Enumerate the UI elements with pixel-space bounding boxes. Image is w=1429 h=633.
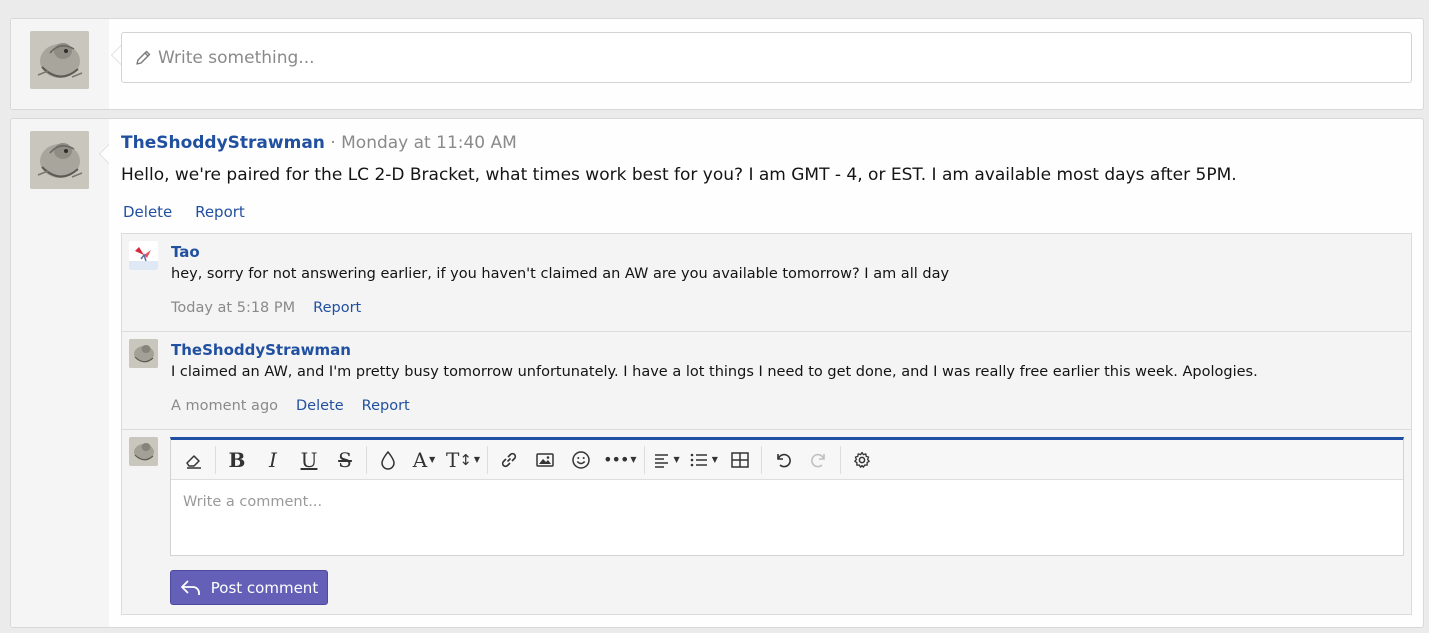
status-update-block: Write something... — [10, 18, 1424, 110]
table-icon[interactable] — [722, 444, 758, 476]
more-icon[interactable]: ••• ▼ — [599, 444, 640, 476]
image-icon[interactable] — [527, 444, 563, 476]
comment-author-avatar[interactable] — [129, 339, 158, 368]
smiley-icon[interactable] — [563, 444, 599, 476]
speech-arrow — [99, 144, 109, 164]
avatar-gutter — [11, 119, 109, 627]
delete-comment-link[interactable]: Delete — [296, 398, 344, 414]
report-comment-link[interactable]: Report — [313, 300, 361, 316]
status-input[interactable]: Write something... — [121, 32, 1412, 83]
eraser-icon[interactable] — [176, 444, 212, 476]
post-timestamp[interactable]: Monday at 11:40 AM — [341, 133, 517, 153]
comment-timestamp[interactable]: A moment ago — [171, 398, 278, 414]
post-comment-label: Post comment — [210, 578, 319, 597]
reply-icon — [180, 579, 200, 595]
comment-meta: Today at 5:18 PM Report — [171, 300, 379, 316]
current-user-small-avatar[interactable] — [129, 437, 158, 466]
toolbar-divider — [366, 445, 367, 474]
comment-meta: A moment ago Delete Report — [171, 398, 428, 414]
post-actions: Delete Report — [123, 203, 263, 221]
comments-section: Tao hey, sorry for not answering earlier… — [121, 233, 1412, 615]
comment-item: TheShoddyStrawman I claimed an AW, and I… — [122, 332, 1411, 430]
current-user-avatar[interactable] — [30, 31, 89, 89]
comment-text: I claimed an AW, and I'm pretty busy tom… — [171, 364, 1258, 380]
chevron-down-icon: ▼ — [473, 455, 481, 464]
chevron-down-icon: ▼ — [673, 455, 680, 464]
underline-button[interactable]: U — [291, 444, 327, 476]
font-family-button[interactable]: A ▼ — [406, 444, 442, 476]
comment-textarea[interactable]: Write a comment... — [171, 480, 1403, 524]
toolbar-divider — [487, 445, 489, 474]
comment-author-avatar[interactable] — [129, 241, 158, 270]
editor-toolbar: B I U S A ▼ T ↕ ▼ ••• ▼ ▼ ▼ — [171, 440, 1403, 480]
link-icon[interactable] — [491, 444, 527, 476]
chevron-down-icon: ▼ — [630, 455, 637, 464]
up-down-arrow-icon: ↕ — [459, 450, 472, 469]
font-family-label: A — [412, 447, 428, 472]
undo-icon[interactable] — [765, 444, 801, 476]
post-message: Hello, we're paired for the LC 2-D Brack… — [121, 165, 1237, 185]
profile-post: TheShoddyStrawman · Monday at 11:40 AM H… — [10, 118, 1424, 628]
comment-placeholder: Write a comment... — [183, 494, 323, 510]
comment-timestamp[interactable]: Today at 5:18 PM — [171, 300, 295, 316]
report-comment-link[interactable]: Report — [362, 398, 410, 414]
delete-post-link[interactable]: Delete — [123, 203, 172, 221]
strikethrough-button[interactable]: S — [327, 444, 363, 476]
toolbar-divider — [839, 445, 841, 474]
italic-button[interactable]: I — [255, 444, 291, 476]
font-size-label: T — [446, 447, 460, 472]
comment-text: hey, sorry for not answering earlier, if… — [171, 266, 950, 282]
comment-author-link[interactable]: Tao — [171, 243, 200, 261]
report-post-link[interactable]: Report — [195, 203, 245, 221]
status-placeholder: Write something... — [158, 47, 315, 68]
comment-item: Tao hey, sorry for not answering earlier… — [122, 234, 1411, 332]
color-drop-icon[interactable] — [370, 444, 406, 476]
bold-button[interactable]: B — [219, 444, 255, 476]
post-author-link[interactable]: TheShoddyStrawman — [121, 133, 325, 153]
toolbar-divider — [760, 445, 762, 474]
pencil-icon — [136, 50, 151, 65]
post-header: TheShoddyStrawman · Monday at 11:40 AM — [121, 133, 517, 153]
comment-editor: B I U S A ▼ T ↕ ▼ ••• ▼ ▼ ▼ Write a comm… — [170, 437, 1404, 556]
settings-gear-icon[interactable] — [844, 444, 880, 476]
post-author-avatar[interactable] — [30, 131, 89, 189]
font-size-button[interactable]: T ↕ ▼ — [442, 444, 484, 476]
ellipsis-glyph: ••• — [603, 450, 629, 469]
speech-arrow — [111, 45, 121, 65]
comment-author-link[interactable]: TheShoddyStrawman — [171, 341, 351, 359]
post-comment-button[interactable]: Post comment — [170, 570, 328, 605]
align-icon[interactable]: ▼ — [648, 444, 684, 476]
toolbar-divider — [643, 445, 645, 474]
chevron-down-icon: ▼ — [711, 455, 718, 464]
list-icon[interactable]: ▼ — [684, 444, 722, 476]
redo-icon[interactable] — [801, 444, 837, 476]
header-separator: · — [324, 133, 342, 153]
chevron-down-icon: ▼ — [429, 455, 436, 464]
toolbar-divider — [215, 445, 216, 474]
